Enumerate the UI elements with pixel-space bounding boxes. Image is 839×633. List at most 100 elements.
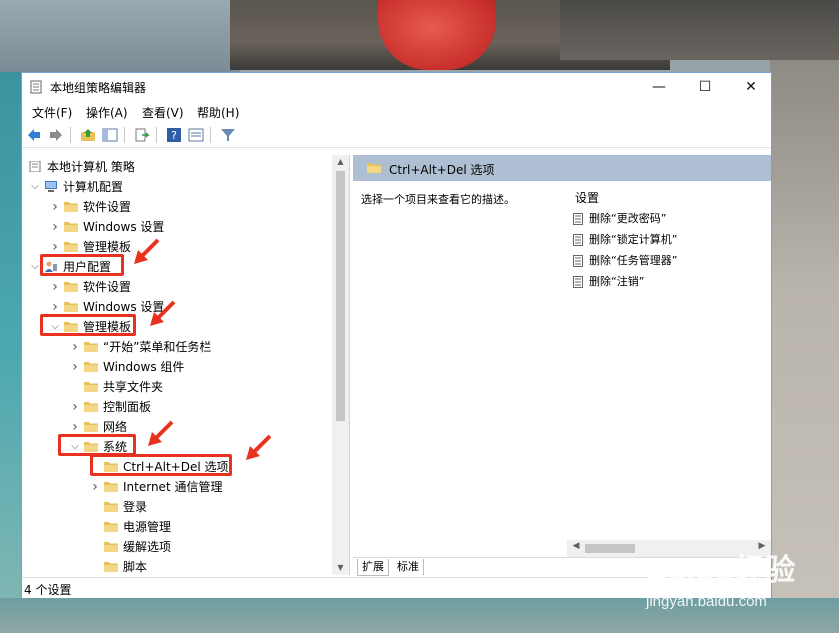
tree-item[interactable]: 缓解选项 (22, 537, 332, 557)
menu-help[interactable]: 帮助(H) (197, 104, 239, 121)
scroll-down-icon[interactable]: ▼ (332, 561, 349, 575)
settings-column-header[interactable]: 设置 (575, 189, 771, 205)
chevron-right-icon[interactable]: › (50, 217, 60, 237)
menu-bar: 文件(F) 操作(A) 查看(V) 帮助(H) (22, 101, 771, 123)
tree-item[interactable]: › Windows 设置 (22, 217, 332, 237)
tree-item[interactable]: 登录 (22, 497, 332, 517)
highlight-system (58, 434, 136, 456)
chevron-right-icon[interactable]: › (50, 197, 60, 217)
tree-item-label: “开始”菜单和任务栏 (103, 340, 212, 354)
export-list-icon[interactable] (134, 127, 150, 143)
chevron-right-icon[interactable]: › (90, 477, 100, 497)
background-roof (560, 0, 839, 60)
tree-item[interactable]: › “开始”菜单和任务栏 (22, 337, 332, 357)
back-arrow-icon[interactable] (26, 127, 42, 143)
tree-item[interactable]: 电源管理 (22, 517, 332, 537)
tree-item-label: Internet 通信管理 (123, 480, 223, 494)
tree-item-label: 共享文件夹 (103, 380, 164, 394)
chevron-right-icon[interactable]: › (70, 337, 80, 357)
filter-icon[interactable] (220, 127, 236, 143)
menu-view[interactable]: 查看(V) (142, 104, 184, 121)
chevron-down-icon[interactable]: ⌵ (30, 257, 40, 277)
hscroll-thumb[interactable] (585, 544, 635, 553)
setting-label: 删除“注销” (589, 275, 645, 288)
tree-item-label: 计算机配置 (63, 180, 124, 194)
tree-item-label: 电源管理 (123, 520, 172, 534)
settings-pane: Ctrl+Alt+Del 选项 选择一个项目来查看它的描述。 设置 删除“更改密… (353, 155, 771, 576)
chevron-down-icon[interactable]: ⌵ (30, 177, 40, 197)
tree-item-label: 脚本 (123, 560, 148, 574)
title-bar[interactable]: 本地组策略编辑器 — ☐ ✕ (22, 73, 771, 101)
red-arrow-icon (246, 434, 272, 460)
tree-item[interactable]: › 控制面板 (22, 397, 332, 417)
folder-icon (104, 502, 118, 512)
tree-vertical-scrollbar[interactable]: ▲ ▼ (332, 155, 349, 575)
tree-item-label: 登录 (123, 500, 148, 514)
toolbar-separator (210, 127, 211, 143)
folder-icon (84, 362, 98, 372)
settings-pane-header: Ctrl+Alt+Del 选项 (353, 155, 771, 181)
policy-icon (29, 161, 41, 172)
description-text: 选择一个项目来查看它的描述。 (361, 193, 515, 206)
menu-file[interactable]: 文件(F) (32, 104, 72, 121)
folder-icon (64, 282, 78, 292)
tree-item[interactable]: 共享文件夹 (22, 377, 332, 397)
chevron-right-icon[interactable]: › (70, 397, 80, 417)
tree-item[interactable]: › 软件设置 (22, 277, 332, 297)
folder-icon (84, 422, 98, 432)
chevron-right-icon[interactable]: › (50, 277, 60, 297)
minimize-button[interactable]: — (636, 73, 682, 101)
settings-column-label: 设置 (575, 191, 600, 205)
help-icon[interactable]: ? (166, 127, 182, 143)
properties-icon[interactable] (188, 127, 204, 143)
tree-item[interactable]: › Internet 通信管理 (22, 477, 332, 497)
scroll-up-icon[interactable]: ▲ (332, 155, 349, 169)
settings-pane-title: Ctrl+Alt+Del 选项 (389, 163, 495, 177)
baidu-watermark: Baidu经验 jingyan.baidu.com (640, 545, 830, 620)
computer-icon (45, 181, 57, 192)
scroll-thumb[interactable] (336, 171, 345, 421)
tree-item[interactable]: › Windows 组件 (22, 357, 332, 377)
policy-editor-icon (30, 80, 42, 94)
red-arrow-icon (134, 238, 160, 264)
close-button[interactable]: ✕ (728, 73, 774, 101)
tree-item-label: Windows 组件 (103, 360, 185, 374)
scroll-left-icon[interactable]: ◀ (569, 541, 583, 551)
forward-arrow-icon[interactable] (48, 127, 64, 143)
tree-item[interactable]: › 软件设置 (22, 197, 332, 217)
tree-item-label: 缓解选项 (123, 540, 172, 554)
folder-icon (84, 342, 98, 352)
chevron-right-icon[interactable]: › (70, 357, 80, 377)
tree-item-label: 软件设置 (83, 280, 132, 294)
background-water (0, 72, 22, 633)
tree-item-label: 控制面板 (103, 400, 152, 414)
folder-icon (84, 402, 98, 412)
policy-setting-icon (573, 276, 583, 288)
folder-icon (84, 382, 98, 392)
setting-label: 删除“任务管理器” (589, 254, 678, 267)
show-hide-tree-icon[interactable] (102, 127, 118, 143)
policy-tree: 本地计算机 策略 ⌵ 计算机配置 › 软件设置 › Windows 设置 › 管理模板 ⌵ 用户配置… (22, 155, 336, 575)
tree-item-label: 软件设置 (83, 200, 132, 214)
tree-item[interactable]: 脚本 (22, 557, 332, 575)
folder-icon (104, 562, 118, 572)
toolbar-separator (156, 127, 157, 143)
tree-item[interactable]: 本地计算机 策略 (22, 157, 332, 177)
folder-icon (64, 302, 78, 312)
folder-icon (367, 163, 381, 173)
menu-action[interactable]: 操作(A) (86, 104, 128, 121)
folder-icon (64, 222, 78, 232)
svg-text:?: ? (171, 129, 177, 142)
toolbar-separator (124, 127, 125, 143)
toolbar-separator (70, 127, 71, 143)
maximize-button[interactable]: ☐ (682, 73, 728, 101)
tab-extended[interactable]: 扩展 (357, 559, 389, 576)
window-title: 本地组策略编辑器 (50, 81, 147, 95)
tree-item[interactable]: ⌵ 计算机配置 (22, 177, 332, 197)
tab-standard[interactable]: 标准 (393, 559, 424, 575)
folder-up-icon[interactable] (80, 127, 96, 143)
setting-label: 删除“锁定计算机” (589, 233, 678, 246)
highlight-admin-templates (40, 314, 136, 336)
red-arrow-icon (150, 300, 176, 326)
folder-icon (104, 522, 118, 532)
